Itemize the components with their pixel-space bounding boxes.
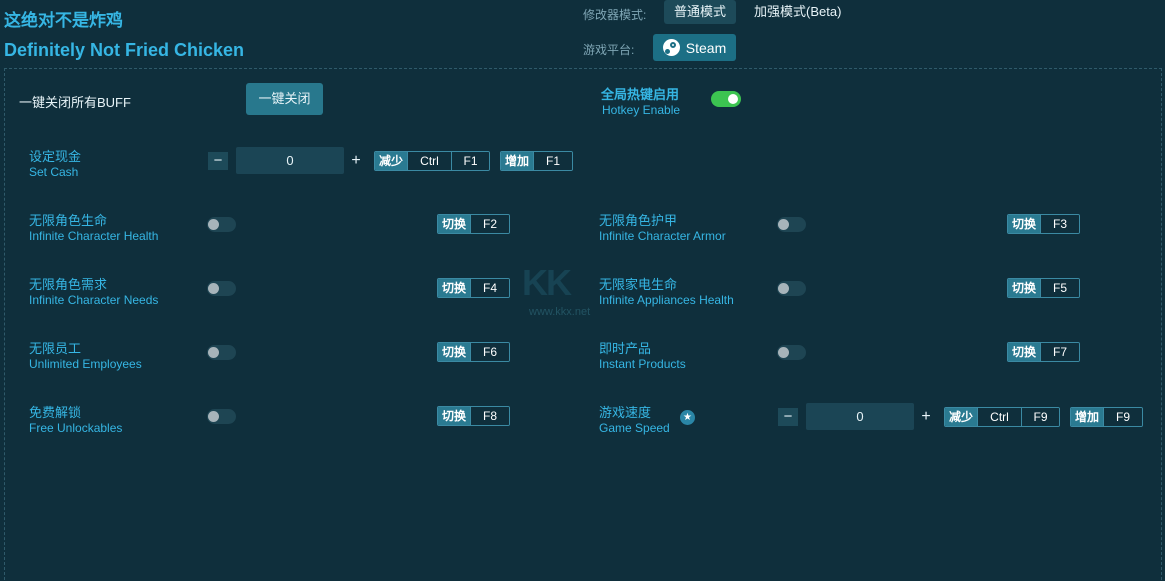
cheat-panel [4,68,1162,580]
hotkey-enable-label-en: Hotkey Enable [602,103,681,117]
key-f7: F7 [1040,343,1079,361]
key-ctrl: Ctrl [407,152,452,170]
hotkey-enable-label-cn: 全局热键启用 [601,87,680,102]
cheat-label-en: Instant Products [599,357,686,371]
hotkey-enable-toggle[interactable] [711,91,741,107]
game-speed-minus-button[interactable]: − [778,408,798,426]
cheat-label-cn: 免费解锁 [29,405,82,420]
cheat-label-cn: 无限角色生命 [29,213,108,228]
key-f5: F5 [1040,279,1079,297]
steam-icon [662,39,680,56]
key-f9: F9 [1103,408,1142,426]
key-f1: F1 [533,152,572,170]
toggle-label: 切换 [438,343,471,361]
instant-products-toggle[interactable] [777,345,806,360]
cheat-label-en: Infinite Character Needs [29,293,159,307]
instant-products-hotkey[interactable]: 切换 F7 [1007,342,1080,362]
star-icon[interactable]: ★ [680,410,695,425]
cheat-label-cn: 无限角色护甲 [599,213,678,228]
toggle-label: 切换 [1008,215,1041,233]
cheat-label-en: Infinite Character Armor [599,229,726,243]
toggle-label: 切换 [1008,279,1041,297]
game-speed-increase-hotkey[interactable]: 增加 F9 [1070,407,1143,427]
watermark-logo: KK [522,262,572,303]
cheat-label-en: Infinite Character Health [29,229,159,243]
infinite-character-needs-toggle[interactable] [207,281,236,296]
key-f9: F9 [1021,408,1059,426]
set-cash-increase-hotkey[interactable]: 增加 F1 [500,151,573,171]
cheat-label-cn: 即时产品 [599,341,652,356]
mode-label: 修改器模式: [583,8,647,22]
key-f3: F3 [1040,215,1079,233]
cheat-label-cn: 无限家电生命 [599,277,678,292]
game-speed-input[interactable]: 0 [806,403,914,430]
key-f1: F1 [451,152,489,170]
cheat-label-en: Unlimited Employees [29,357,142,371]
toggle-label: 切换 [438,407,471,425]
set-cash-label-en: Set Cash [29,165,79,179]
set-cash-label-cn: 设定现金 [29,149,82,164]
set-cash-plus-button[interactable]: + [348,152,364,170]
game-speed-decrease-hotkey[interactable]: 减少 Ctrl F9 [944,407,1060,427]
platform-name: Steam [685,39,727,56]
free-unlockables-hotkey[interactable]: 切换 F8 [437,406,510,426]
infinite-appliances-health-hotkey[interactable]: 切换 F5 [1007,278,1080,298]
infinite-character-armor-toggle[interactable] [777,217,806,232]
infinite-character-health-toggle[interactable] [207,217,236,232]
game-title-cn: 这绝对不是炸鸡 [4,11,123,30]
watermark-url: www.kkx.net [529,306,591,318]
set-cash-input[interactable]: 0 [236,147,344,174]
game-title-en: Definitely Not Fried Chicken [4,40,245,60]
mode-normal-button[interactable]: 普通模式 [664,0,737,24]
key-f2: F2 [470,215,509,233]
infinite-character-needs-hotkey[interactable]: 切换 F4 [437,278,510,298]
game-speed-label-cn: 游戏速度 [599,405,652,420]
platform-label: 游戏平台: [583,43,635,57]
set-cash-minus-button[interactable]: − [208,152,228,170]
unlimited-employees-hotkey[interactable]: 切换 F6 [437,342,510,362]
set-cash-decrease-hotkey[interactable]: 减少 Ctrl F1 [374,151,490,171]
key-f6: F6 [470,343,509,361]
toggle-label: 切换 [438,215,471,233]
infinite-appliances-health-toggle[interactable] [777,281,806,296]
close-all-label: 一键关闭所有BUFF [19,95,131,110]
mode-enhanced-button[interactable]: 加强模式(Beta) [744,0,851,24]
cheat-label-en: Infinite Appliances Health [599,293,734,307]
cheat-label-cn: 无限员工 [29,341,82,356]
game-speed-label-en: Game Speed [599,421,670,435]
close-all-button[interactable]: 一键关闭 [246,83,323,115]
decrease-label: 减少 [945,408,978,426]
decrease-label: 减少 [375,152,408,170]
infinite-character-armor-hotkey[interactable]: 切换 F3 [1007,214,1080,234]
infinite-character-health-hotkey[interactable]: 切换 F2 [437,214,510,234]
increase-label: 增加 [501,152,534,170]
key-ctrl: Ctrl [977,408,1022,426]
cheat-label-cn: 无限角色需求 [29,277,108,292]
unlimited-employees-toggle[interactable] [207,345,236,360]
increase-label: 增加 [1071,408,1104,426]
toggle-label: 切换 [1008,343,1041,361]
key-f4: F4 [470,279,509,297]
steam-platform-button[interactable]: Steam [653,34,736,61]
key-f8: F8 [470,407,509,425]
cheat-label-en: Free Unlockables [29,421,123,435]
toggle-label: 切换 [438,279,471,297]
game-speed-plus-button[interactable]: + [918,408,934,426]
free-unlockables-toggle[interactable] [207,409,236,424]
